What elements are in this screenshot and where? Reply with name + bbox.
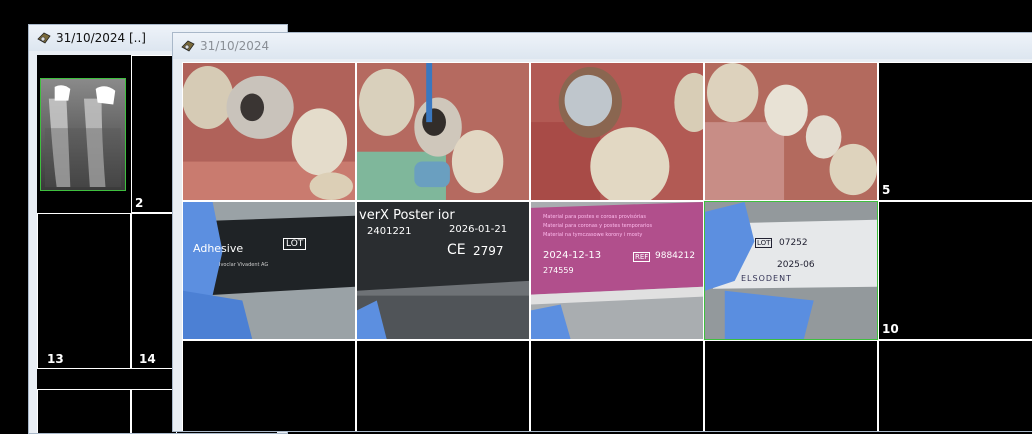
everx-code: 2797 xyxy=(473,244,504,258)
elsodent-brand: ELSODENT xyxy=(741,274,792,283)
back-cell-1[interactable] xyxy=(37,55,131,213)
intraoral-photo-2 xyxy=(357,63,529,200)
everx-exp: 2026-01-21 xyxy=(449,224,508,235)
label-cell-adhesive[interactable]: Adhesive LOT Ivoclar Vivadent AG xyxy=(182,201,356,340)
intraoral-photo-1 xyxy=(183,63,355,200)
adhesive-maker: Ivoclar Vivadent AG xyxy=(219,262,269,268)
empty-cell-15[interactable] xyxy=(878,340,1032,431)
intraoral-photo-3 xyxy=(531,63,703,200)
photo-cell-2[interactable] xyxy=(356,62,530,201)
front-thumbnail-grid: 5 Adhesive LOT Ivoclar Vivadent AG verX … xyxy=(182,62,1032,431)
cell-number: 5 xyxy=(882,183,891,197)
empty-cell-14[interactable] xyxy=(704,340,878,431)
camera-icon xyxy=(181,40,195,52)
photo-cell-3[interactable] xyxy=(530,62,704,201)
label-cell-pink[interactable]: Material para postes e coroas provisória… xyxy=(530,201,704,340)
back-cell-2[interactable]: 2 xyxy=(131,55,177,213)
pink-line-2: Material para coronas y postes temporari… xyxy=(543,223,653,229)
elsodent-lot-label: LOT xyxy=(755,238,773,248)
photo-cell-4[interactable] xyxy=(704,62,878,201)
front-window[interactable]: 31/10/2024 5 Adhesive LOT Ivoclar Vivade… xyxy=(172,32,1032,432)
empty-cell-13[interactable] xyxy=(530,340,704,431)
adhesive-label-photo xyxy=(183,202,355,339)
elsodent-lot: 07252 xyxy=(779,238,808,248)
everx-name: verX Poster ior xyxy=(359,208,455,223)
adhesive-lot: LOT xyxy=(283,238,307,250)
photo-cell-1[interactable] xyxy=(182,62,356,201)
back-cell-13[interactable]: 13 xyxy=(37,213,131,369)
front-window-title: 31/10/2024 xyxy=(200,39,270,53)
pink-ref: 9884212 xyxy=(655,251,696,261)
elsodent-label-photo xyxy=(705,202,877,339)
back-window-title: 31/10/2024 [..] xyxy=(56,31,146,45)
pink-line-3: Material na tymczasowe korony i mosty xyxy=(543,232,643,238)
pink-lot: 274559 xyxy=(543,266,574,275)
label-cell-everx[interactable]: verX Poster ior 2401221 2026-01-21 CE 27… xyxy=(356,201,530,340)
adhesive-name: Adhesive xyxy=(193,242,244,255)
cell-number: 14 xyxy=(139,352,156,366)
empty-cell-12[interactable] xyxy=(356,340,530,431)
everx-ce: CE xyxy=(447,242,466,258)
cell-number: 2 xyxy=(135,196,144,210)
pink-ref-label: REF xyxy=(633,252,651,262)
xray-thumbnail[interactable] xyxy=(40,78,126,191)
pink-line-1: Material para postes e coroas provisória… xyxy=(543,214,646,220)
elsodent-exp: 2025-06 xyxy=(777,260,815,270)
empty-cell-5[interactable]: 5 xyxy=(878,62,1032,201)
back-cell-row4-a[interactable] xyxy=(37,389,131,433)
cell-number: 13 xyxy=(47,352,64,366)
back-cell-row4-b[interactable] xyxy=(131,389,177,433)
label-cell-elsodent[interactable]: LOT 07252 2025-06 ELSODENT xyxy=(704,201,878,340)
cell-number: 10 xyxy=(882,322,899,336)
empty-cell-11[interactable] xyxy=(182,340,356,431)
intraoral-photo-4 xyxy=(705,63,877,200)
camera-icon xyxy=(37,32,51,44)
empty-cell-10[interactable]: 10 xyxy=(878,201,1032,340)
back-cell-14[interactable]: 14 xyxy=(131,213,177,369)
pink-date: 2024-12-13 xyxy=(543,250,602,261)
everx-lot: 2401221 xyxy=(367,226,412,237)
front-window-titlebar[interactable]: 31/10/2024 xyxy=(173,33,1032,59)
